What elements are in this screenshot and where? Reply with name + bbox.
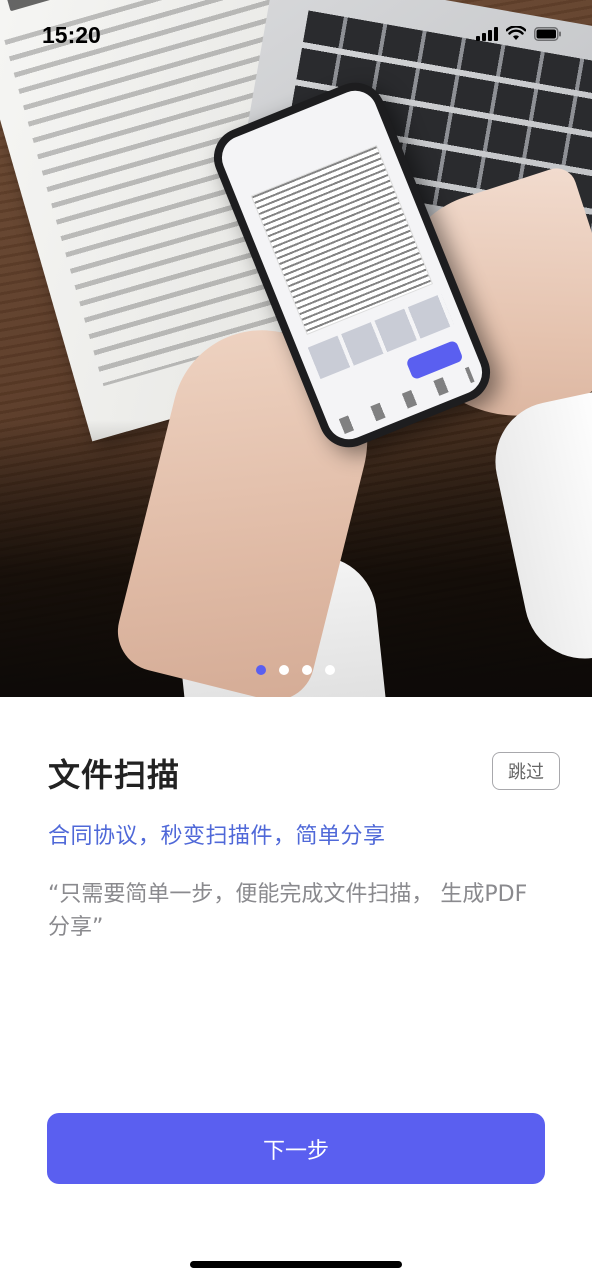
- scanned-document-preview: [250, 144, 434, 335]
- wifi-icon: [506, 26, 526, 41]
- status-time: 15:20: [42, 22, 101, 48]
- page-dot-1[interactable]: [256, 665, 266, 675]
- page-indicator: [256, 665, 335, 675]
- status-bar: 15:20: [0, 0, 592, 70]
- next-step-button[interactable]: 下一步: [47, 1113, 545, 1184]
- page-dot-4[interactable]: [325, 665, 335, 675]
- skip-button[interactable]: 跳过: [492, 752, 560, 790]
- hero-photo: [0, 0, 592, 697]
- feature-subtitle: 合同协议，秒变扫描件，简单分享: [48, 824, 386, 849]
- cellular-signal-icon: [476, 26, 498, 41]
- status-icons: [476, 26, 562, 41]
- home-indicator[interactable]: [190, 1261, 402, 1268]
- page-dot-2[interactable]: [279, 665, 289, 675]
- page-title: 文件扫描: [48, 756, 181, 794]
- feature-description: “只需要简单一步，便能完成文件扫描， 生成PDF分享”: [48, 882, 528, 940]
- battery-icon: [534, 26, 562, 41]
- page-dot-3[interactable]: [302, 665, 312, 675]
